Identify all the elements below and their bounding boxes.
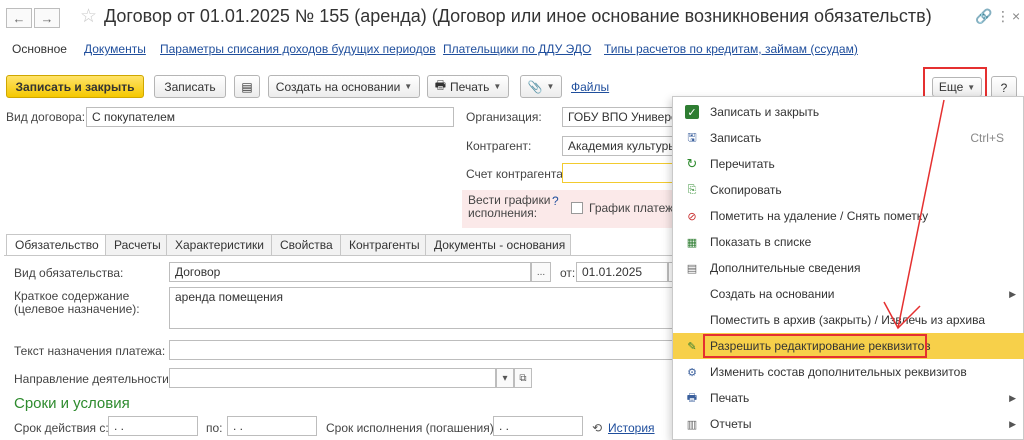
annotation-arrow-line: [897, 99, 945, 329]
annotation-arrow: [883, 99, 945, 330]
